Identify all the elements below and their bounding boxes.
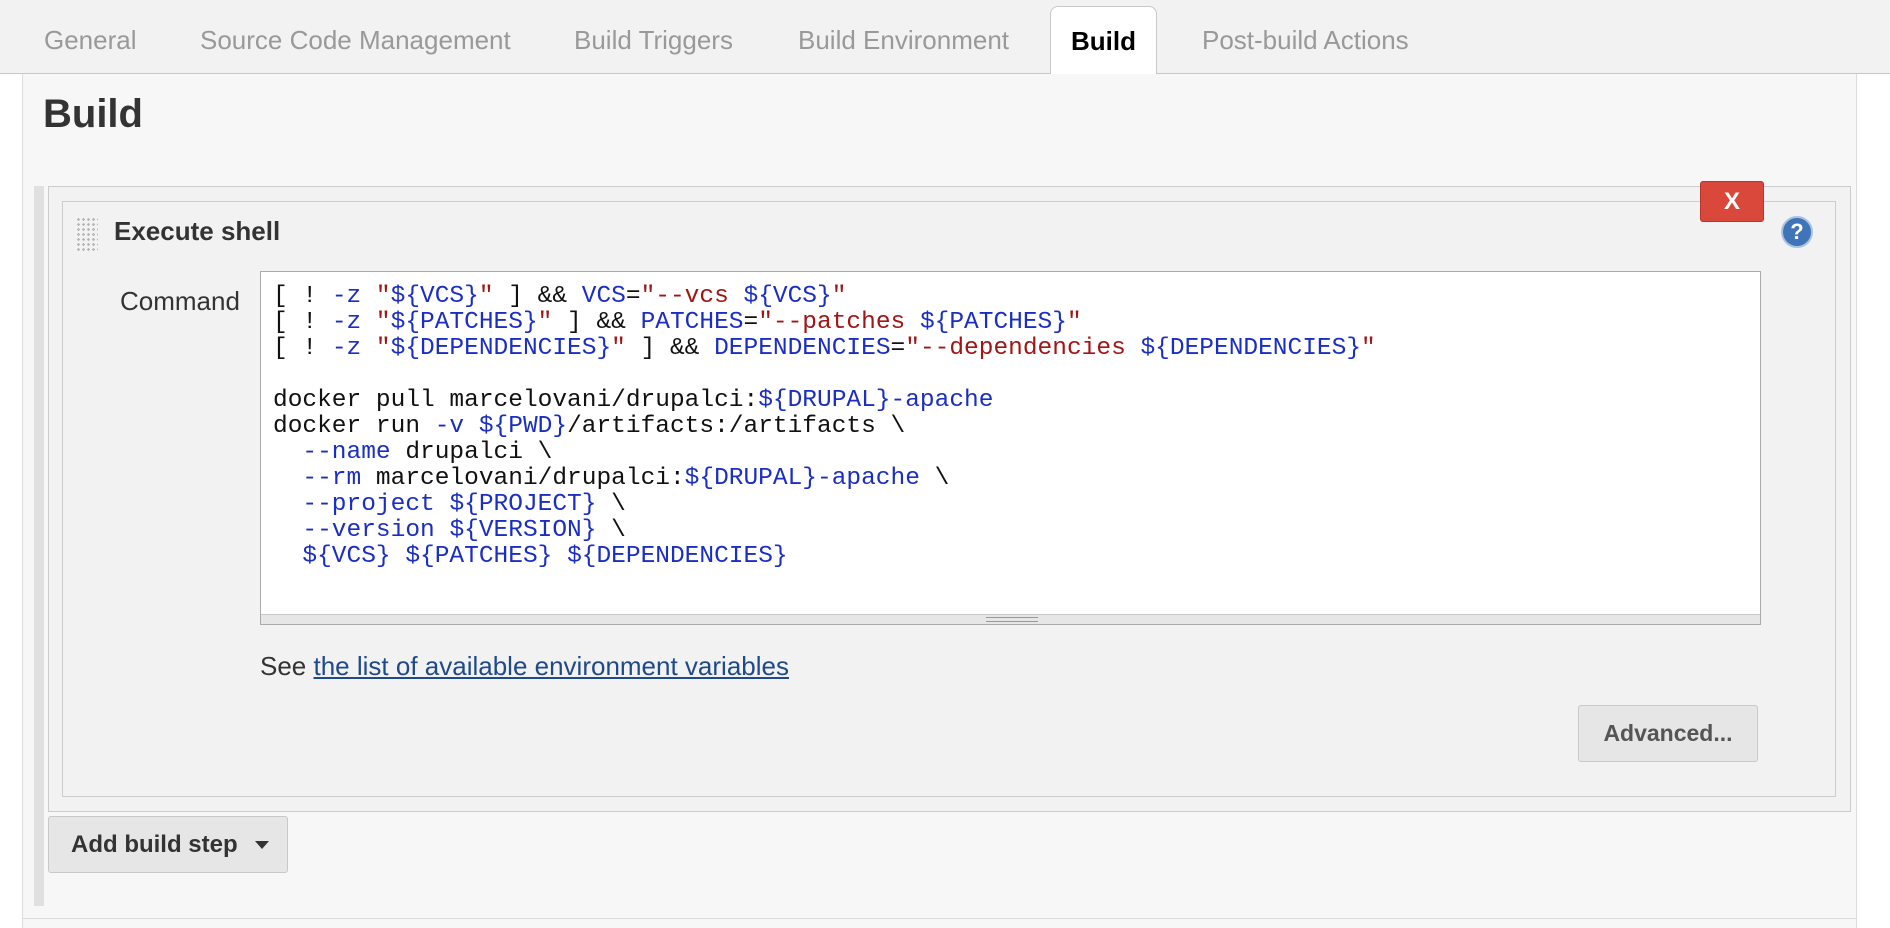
see-prefix: See bbox=[260, 651, 314, 681]
tab-source-code-management[interactable]: Source Code Management bbox=[180, 6, 531, 74]
tab-general[interactable]: General bbox=[24, 6, 157, 74]
env-vars-hint: See the list of available environment va… bbox=[260, 651, 789, 682]
advanced-button[interactable]: Advanced... bbox=[1578, 705, 1758, 762]
section-title: Build bbox=[43, 92, 143, 136]
caret-down-icon bbox=[255, 841, 269, 849]
resize-grip-icon bbox=[986, 617, 1038, 622]
tab-build[interactable]: Build bbox=[1050, 6, 1157, 75]
tab-build-environment[interactable]: Build Environment bbox=[778, 6, 1029, 74]
textarea-resize-handle[interactable] bbox=[261, 614, 1760, 624]
add-build-step-button[interactable]: Add build step bbox=[48, 816, 288, 873]
delete-step-button[interactable]: X bbox=[1700, 181, 1764, 222]
command-text[interactable]: [ ! -z "${VCS}" ] && VCS="--vcs ${VCS}" … bbox=[273, 284, 1376, 570]
add-build-step-label: Add build step bbox=[71, 831, 238, 858]
tab-post-build-actions[interactable]: Post-build Actions bbox=[1182, 6, 1429, 74]
help-icon[interactable]: ? bbox=[1781, 216, 1813, 248]
builder-accent-bar bbox=[34, 186, 44, 906]
env-vars-link[interactable]: the list of available environment variab… bbox=[314, 651, 789, 681]
tab-build-triggers[interactable]: Build Triggers bbox=[554, 6, 753, 74]
config-tab-bar: General Source Code Management Build Tri… bbox=[0, 0, 1890, 75]
drag-handle-icon[interactable] bbox=[76, 217, 98, 251]
command-label: Command bbox=[120, 286, 240, 316]
section-divider bbox=[22, 918, 1857, 919]
step-title: Execute shell bbox=[114, 216, 281, 246]
command-textarea[interactable]: [ ! -z "${VCS}" ] && VCS="--vcs ${VCS}" … bbox=[260, 271, 1761, 625]
